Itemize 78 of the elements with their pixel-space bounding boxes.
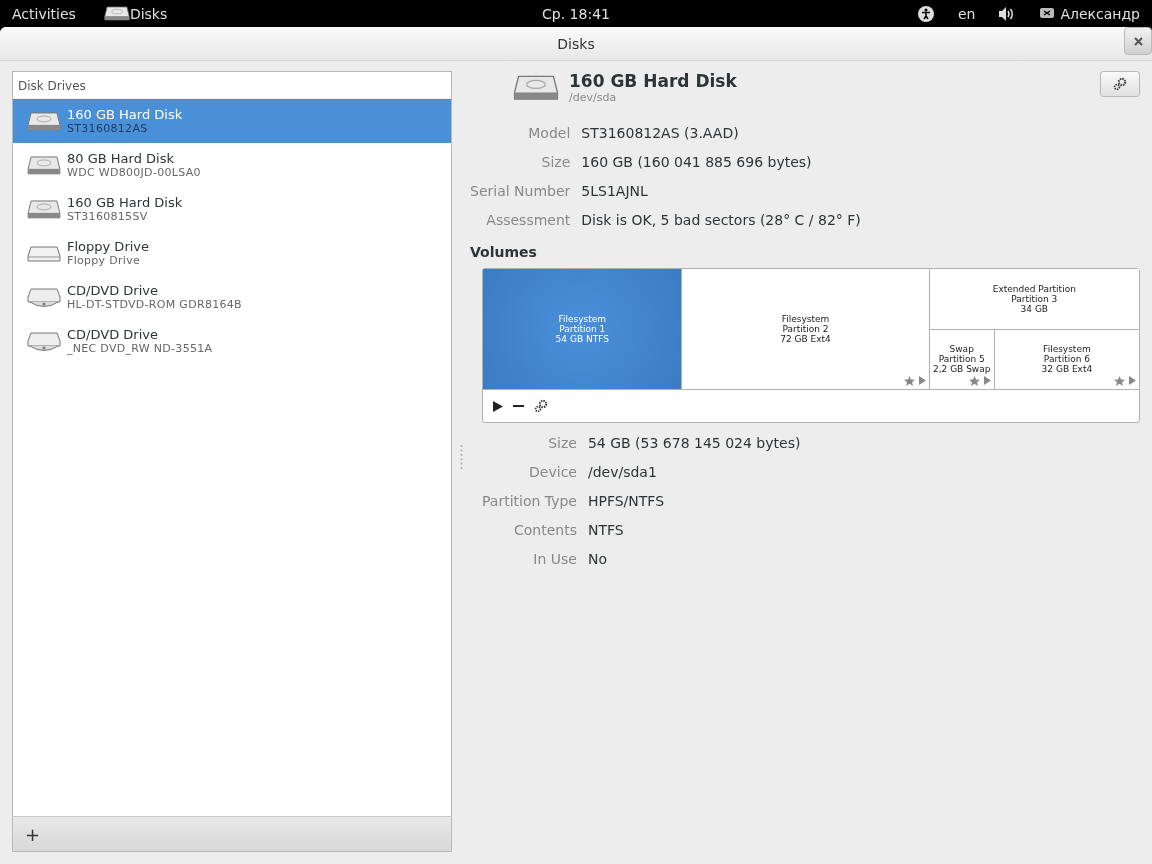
window-title: Disks xyxy=(557,35,595,52)
drive-name: CD/DVD Drive xyxy=(67,283,159,298)
user-name[interactable]: Александр xyxy=(1060,5,1140,22)
partition-label: 34 GB xyxy=(1020,303,1049,314)
gears-icon xyxy=(534,399,548,413)
partition-block[interactable]: Filesystem Partition 1 54 GB NTFS xyxy=(483,269,682,389)
partition-block[interactable]: Filesystem Partition 6 32 GB Ext4 xyxy=(993,329,1139,389)
property-value: 5LS1AJNL xyxy=(581,182,649,201)
close-button[interactable] xyxy=(1124,27,1152,55)
property-value: HPFS/NTFS xyxy=(587,492,666,511)
play-icon xyxy=(983,376,991,385)
play-icon xyxy=(1129,376,1136,385)
drive-model: HL-DT-STDVD-ROM GDR8164B xyxy=(67,298,242,311)
section-heading: Volumes xyxy=(470,244,538,260)
play-icon xyxy=(493,400,503,412)
property-label: Serial Number xyxy=(470,182,571,201)
property-label: Assessment xyxy=(485,211,571,230)
partition-label: Swap xyxy=(949,344,974,355)
drive-name: Floppy Drive xyxy=(67,239,150,254)
partition-block[interactable]: Filesystem Partition 2 72 GB Ext4 xyxy=(681,269,929,389)
property-label: Partition Type xyxy=(482,492,577,511)
property-value: ST3160812AS (3.AAD) xyxy=(581,124,740,143)
property-value: NTFS xyxy=(587,521,625,540)
partition-label: Filesystem xyxy=(558,314,607,324)
disk-title: 160 GB Hard Disk xyxy=(569,71,738,91)
drive-name: 160 GB Hard Disk xyxy=(67,107,183,122)
mount-button[interactable] xyxy=(493,400,503,412)
partition-label: Extended Partition xyxy=(992,283,1076,294)
keyboard-language[interactable]: en xyxy=(957,5,976,22)
partition-label: Partition 6 xyxy=(1043,354,1090,365)
property-value: No xyxy=(587,550,608,569)
clock[interactable]: Ср. 18:41 xyxy=(542,5,610,22)
property-value: 54 GB (53 678 145 024 bytes) xyxy=(587,434,802,453)
optical-drive-icon xyxy=(27,285,61,309)
drive-model: ST3160815SV xyxy=(67,210,149,223)
property-label: Contents xyxy=(512,521,577,540)
add-button[interactable]: + xyxy=(21,823,45,845)
pane-grip-icon[interactable] xyxy=(459,443,463,470)
property-label: Size xyxy=(540,153,571,172)
property-label: Model xyxy=(527,124,571,143)
drive-model: ST3160812AS xyxy=(67,122,149,135)
property-value: 160 GB (160 041 885 696 bytes) xyxy=(581,153,813,172)
partition-label: Partition 1 xyxy=(559,324,606,334)
disk-device: /dev/sda xyxy=(569,91,618,104)
drive-name: CD/DVD Drive xyxy=(67,327,159,342)
minus-icon xyxy=(513,405,524,407)
partition-label: Partition 2 xyxy=(782,324,829,334)
extended-partition-block[interactable]: Extended Partition Partition 3 34 GB xyxy=(929,269,1139,330)
partition-label: Partition 5 xyxy=(938,354,985,365)
drive-name: 160 GB Hard Disk xyxy=(67,195,183,210)
settings-button[interactable] xyxy=(1100,71,1140,97)
partition-label: 2,2 GB Swap xyxy=(932,364,991,375)
partition-label: Filesystem xyxy=(781,314,830,324)
partition-settings-button[interactable] xyxy=(534,399,548,413)
accessibility-icon[interactable] xyxy=(917,5,934,22)
app-menu[interactable]: Disks xyxy=(129,5,168,22)
property-label: Device xyxy=(528,463,577,482)
property-value: Disk is OK, 5 bad sectors (28° C / 82° F) xyxy=(581,211,862,230)
gears-icon xyxy=(1113,77,1127,91)
property-label: In Use xyxy=(532,550,577,569)
star-icon xyxy=(1114,376,1125,386)
partition-label: Filesystem xyxy=(1043,344,1091,355)
close-icon xyxy=(1133,36,1143,46)
drive-model: Floppy Drive xyxy=(67,254,141,267)
property-value: /dev/sda1 xyxy=(587,463,658,482)
partition-label: 54 GB NTFS xyxy=(555,334,609,344)
star-icon xyxy=(968,376,980,386)
optical-drive-icon xyxy=(27,329,61,353)
partition-label: 32 GB Ext4 xyxy=(1041,364,1093,375)
partition-label: 72 GB Ext4 xyxy=(780,334,831,344)
drive-model: WDC WD800JD-00LSA0 xyxy=(67,166,201,179)
drive-model: _NEC DVD_RW ND-3551A xyxy=(67,342,213,355)
play-icon xyxy=(918,376,926,385)
property-label: Size xyxy=(547,434,577,453)
activities-button[interactable]: Activities xyxy=(12,5,76,22)
partition-label: Partition 3 xyxy=(1011,293,1058,304)
star-icon xyxy=(903,376,915,386)
drive-name: 80 GB Hard Disk xyxy=(67,151,175,166)
